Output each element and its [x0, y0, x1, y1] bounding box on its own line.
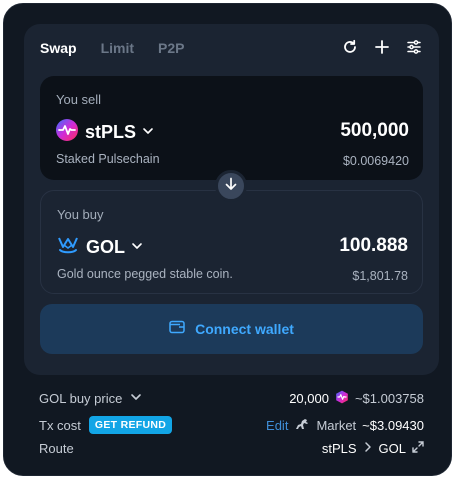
gol-token-icon — [56, 233, 80, 262]
tx-cost-label: Tx cost — [39, 417, 81, 433]
swap-direction-button[interactable] — [215, 170, 247, 202]
plus-icon[interactable] — [373, 38, 391, 56]
route-to: GOL — [378, 441, 406, 456]
buy-label: You buy — [57, 207, 104, 222]
refresh-icon[interactable] — [341, 38, 359, 56]
get-refund-badge[interactable]: GET REFUND — [88, 416, 173, 434]
chevron-down-icon — [131, 239, 143, 257]
sell-token-selector[interactable]: stPLS — [55, 118, 154, 147]
route-label: Route — [39, 441, 74, 456]
buy-amount[interactable]: 100.888 — [339, 235, 408, 257]
sell-panel: You sell stPLS 500,000 Staked Pulsechain… — [40, 76, 423, 180]
price-label: GOL buy price — [39, 391, 123, 406]
connect-wallet-label: Connect wallet — [195, 321, 294, 337]
edit-link[interactable]: Edit — [266, 418, 288, 433]
sliders-icon[interactable] — [405, 38, 423, 56]
swap-card: Swap Limit P2P You sell stPLS 500,000 St… — [24, 24, 439, 375]
buy-token-description: Gold ounce pegged stable coin. — [57, 267, 233, 281]
tx-cost-row: Tx cost GET REFUND Edit Market ~$3.09430 — [39, 416, 424, 434]
buy-token-selector[interactable]: GOL — [56, 233, 143, 262]
toolbar — [341, 38, 423, 56]
connect-wallet-button[interactable]: Connect wallet — [40, 304, 423, 354]
price-usd: ~$1.003758 — [354, 391, 424, 406]
buy-price-row: GOL buy price 20,000 ~$1.003758 — [39, 390, 424, 407]
sell-label: You sell — [56, 92, 102, 107]
tx-cost-value: ~$3.09430 — [362, 417, 424, 433]
buy-token-name: GOL — [86, 237, 125, 257]
chevron-down-icon — [142, 124, 154, 142]
stpls-token-icon — [55, 118, 79, 147]
horse-icon — [294, 417, 310, 434]
stpls-token-icon — [335, 390, 349, 407]
sell-amount[interactable]: 500,000 — [340, 120, 409, 142]
chevron-down-icon — [130, 391, 142, 406]
expand-icon[interactable] — [412, 441, 424, 456]
tab-p2p[interactable]: P2P — [158, 40, 184, 56]
arrow-down-icon — [224, 177, 238, 196]
chevron-right-icon — [363, 441, 373, 456]
tab-swap[interactable]: Swap — [40, 40, 77, 56]
sell-usd-value: $0.0069420 — [342, 154, 409, 168]
sell-token-name: stPLS — [85, 122, 137, 142]
buy-panel: You buy GOL 100.888 Gold ounce pegged st… — [40, 190, 423, 294]
route-from: stPLS — [321, 441, 357, 456]
swap-widget: Swap Limit P2P You sell stPLS 500,000 St… — [3, 3, 452, 476]
tab-bar: Swap Limit P2P — [40, 40, 185, 56]
tab-limit[interactable]: Limit — [101, 40, 134, 56]
price-toggle[interactable]: GOL buy price — [39, 391, 142, 406]
market-label: Market — [316, 417, 357, 433]
route-row: Route stPLS GOL — [39, 441, 424, 456]
buy-usd-value: $1,801.78 — [352, 269, 408, 283]
wallet-icon — [169, 320, 185, 339]
route-path[interactable]: stPLS GOL — [322, 441, 424, 456]
sell-token-description: Staked Pulsechain — [56, 152, 160, 166]
price-amount: 20,000 — [289, 391, 329, 406]
